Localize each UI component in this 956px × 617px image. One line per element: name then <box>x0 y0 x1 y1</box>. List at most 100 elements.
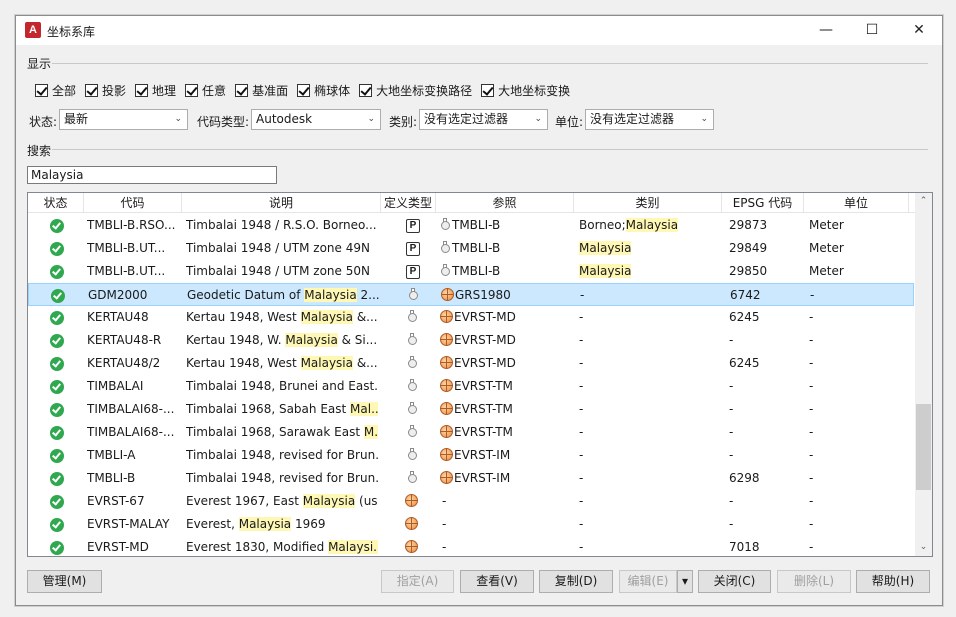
table-row[interactable]: KERTAU48/2 Kertau 1948, West Malaysia &..… <box>28 352 914 375</box>
delete-button[interactable]: 删除(L) <box>777 570 851 593</box>
cell-reference: TMBLI-B <box>440 260 572 283</box>
ellipsoid-globe-icon <box>440 310 453 323</box>
status-filter-dropdown[interactable]: 最新 ⌄ <box>59 109 188 130</box>
status-ok-icon <box>50 357 64 371</box>
vertical-scrollbar[interactable]: ⌃ ⌄ <box>915 193 932 556</box>
checkbox-arbitrary[interactable]: 任意 <box>185 82 226 99</box>
code-type-filter-dropdown[interactable]: Autodesk ⌄ <box>251 109 381 130</box>
description-text: Timbalai 1968, Sarawak East <box>186 425 364 439</box>
checkbox-all[interactable]: 全部 <box>35 82 76 99</box>
table-row[interactable]: GDM2000 Geodetic Datum of Malaysia 2... GR… <box>28 283 914 306</box>
checkbox-geographic[interactable]: 地理 <box>135 82 176 99</box>
reference-text: TMBLI-B <box>452 264 501 278</box>
copy-button[interactable]: 复制(D) <box>539 570 613 593</box>
checkbox-box[interactable] <box>85 83 99 97</box>
cell-code: KERTAU48/2 <box>87 356 161 370</box>
cell-reference: EVRST-IM <box>440 444 572 467</box>
table-row[interactable]: TMBLI-B Timbalai 1948, revised for Brun..… <box>28 467 914 490</box>
status-ok-icon <box>50 242 64 256</box>
checkbox-box[interactable] <box>135 83 149 97</box>
table-row[interactable]: TMBLI-A Timbalai 1948, revised for Brun..… <box>28 444 914 467</box>
search-input[interactable]: Malaysia <box>27 166 277 184</box>
close-button[interactable]: 关闭(C) <box>698 570 771 593</box>
help-button[interactable]: 帮助(H) <box>856 570 930 593</box>
scroll-up-arrow-icon[interactable]: ⌃ <box>915 193 932 210</box>
checkbox-box[interactable] <box>235 83 249 97</box>
column-header-description[interactable]: 说明 <box>182 193 381 213</box>
cell-category: - <box>580 284 720 307</box>
table-row[interactable]: EVRST-MALAY Everest, Malaysia 1969 - - - - <box>28 513 914 536</box>
table-row[interactable]: EVRST-67 Everest 1967, East Malaysia (us.… <box>28 490 914 513</box>
cell-category: - <box>579 352 719 375</box>
display-checkbox-row: 全部 投影 地理 任意 基准面 椭球体 大地坐标变换路径 大地坐标变换 <box>35 81 579 99</box>
search-match-highlight: Malaysia <box>579 241 632 255</box>
column-header-code[interactable]: 代码 <box>84 193 182 213</box>
category-filter-dropdown[interactable]: 没有选定过滤器 ⌄ <box>419 109 548 130</box>
status-ok-icon <box>50 380 64 394</box>
cell-category: - <box>579 398 719 421</box>
reference-text: EVRST-TM <box>454 425 513 439</box>
maximize-button[interactable]: ☐ <box>849 16 895 45</box>
column-header-status[interactable]: 状态 <box>28 193 84 213</box>
column-header-category[interactable]: 类别 <box>574 193 722 213</box>
unit-filter-dropdown[interactable]: 没有选定过滤器 ⌄ <box>585 109 714 130</box>
title-bar: A 坐标系库 — ☐ ✕ <box>16 16 942 45</box>
datum-icon <box>440 241 450 254</box>
scroll-down-arrow-icon[interactable]: ⌄ <box>915 539 932 556</box>
edit-menu-dropdown-button[interactable]: ▾ <box>677 570 693 593</box>
checkbox-geodetic-transformation-path[interactable]: 大地坐标变换路径 <box>359 82 472 99</box>
checkbox-ellipsoid[interactable]: 椭球体 <box>297 82 350 99</box>
checkbox-box[interactable] <box>297 83 311 97</box>
table-row[interactable]: TIMBALAI68-... Timbalai 1968, Sarawak Eas… <box>28 421 914 444</box>
category-text: - <box>579 379 584 393</box>
table-row[interactable]: TIMBALAI68-... Timbalai 1968, Sabah East … <box>28 398 914 421</box>
reference-text: GRS1980 <box>455 288 511 302</box>
table-row[interactable]: TMBLI-B.UT... Timbalai 1948 / UTM zone 49… <box>28 237 914 260</box>
manage-button[interactable]: 管理(M) <box>27 570 102 593</box>
view-button[interactable]: 查看(V) <box>460 570 534 593</box>
table-row[interactable]: KERTAU48-R Kertau 1948, W. Malaysia & Si.… <box>28 329 914 352</box>
assign-button[interactable]: 指定(A) <box>381 570 454 593</box>
scrollbar-thumb[interactable] <box>916 404 931 490</box>
cell-description: Timbalai 1968, Sabah East Mal... <box>186 398 378 421</box>
ellipsoid-globe-icon <box>440 333 453 346</box>
reference-text: - <box>442 540 447 554</box>
display-section-label: 显示 <box>27 57 52 71</box>
cell-code: KERTAU48-R <box>87 333 162 347</box>
column-header-epsg-code[interactable]: EPSG 代码 <box>722 193 804 213</box>
category-text: - <box>579 517 584 531</box>
checkbox-box[interactable] <box>481 83 495 97</box>
category-text: - <box>579 471 584 485</box>
table-row[interactable]: EVRST-MD Everest 1830, Modified Malaysi..… <box>28 536 914 556</box>
edit-button[interactable]: 编辑(E) <box>619 570 677 593</box>
column-header-definition-type[interactable]: 定义类型 <box>381 193 436 213</box>
status-ok-icon <box>50 334 64 348</box>
cell-description: Everest, Malaysia 1969 <box>186 513 378 536</box>
table-row[interactable]: TMBLI-B.RSO... Timbalai 1948 / R.S.O. Bor… <box>28 214 914 237</box>
checkbox-box[interactable] <box>359 83 373 97</box>
column-header-reference[interactable]: 参照 <box>436 193 574 213</box>
table-row[interactable]: TIMBALAI Timbalai 1948, Brunei and East..… <box>28 375 914 398</box>
category-text: - <box>579 448 584 462</box>
cell-reference: GRS1980 <box>441 284 573 307</box>
datum-type-icon <box>407 467 421 490</box>
checkbox-box[interactable] <box>185 83 199 97</box>
close-window-button[interactable]: ✕ <box>896 16 942 45</box>
table-row[interactable]: TMBLI-B.UT... Timbalai 1948 / UTM zone 50… <box>28 260 914 283</box>
reference-text: EVRST-IM <box>454 448 511 462</box>
cell-unit: Meter <box>809 241 844 255</box>
cell-unit: - <box>809 379 814 393</box>
category-text: Borneo; <box>579 218 626 232</box>
cell-code: GDM2000 <box>88 288 148 302</box>
minimize-button[interactable]: — <box>803 16 849 45</box>
checkbox-box[interactable] <box>35 83 48 97</box>
table-row[interactable]: KERTAU48 Kertau 1948, West Malaysia &... E… <box>28 306 914 329</box>
status-ok-icon <box>50 265 64 279</box>
column-header-unit[interactable]: 单位 <box>804 193 909 213</box>
search-section-label: 搜索 <box>27 144 52 158</box>
checkbox-geodetic-transformation[interactable]: 大地坐标变换 <box>481 82 570 99</box>
checkbox-datum[interactable]: 基准面 <box>235 82 288 99</box>
reference-text: EVRST-MD <box>454 310 516 324</box>
checkbox-projected[interactable]: 投影 <box>85 82 126 99</box>
cell-category: Malaysia <box>579 237 719 260</box>
